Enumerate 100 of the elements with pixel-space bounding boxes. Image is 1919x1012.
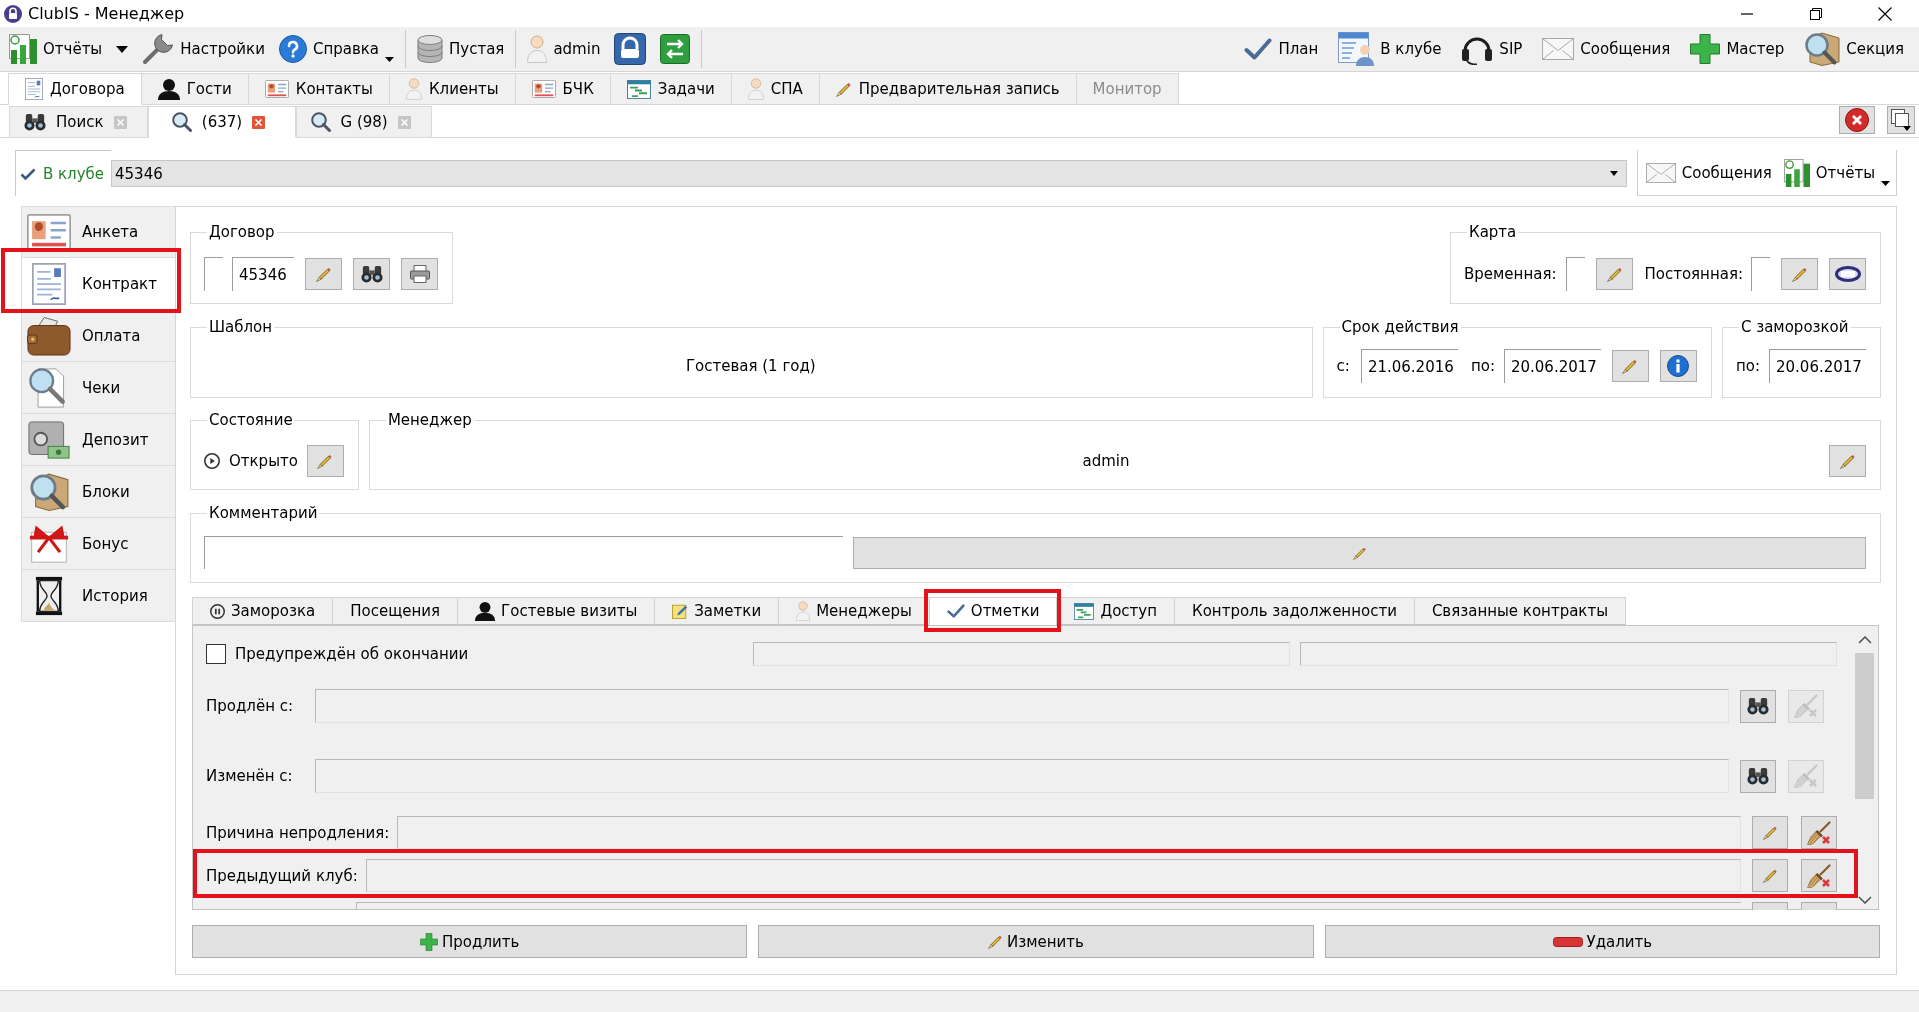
tab[interactable]: Доступ: [1056, 597, 1176, 625]
printer-icon: [409, 265, 430, 283]
document-icon: [25, 78, 43, 100]
close-icon[interactable]: [113, 115, 127, 129]
binoculars-icon: [360, 265, 383, 283]
clear-button[interactable]: [1801, 816, 1837, 849]
toolbar-button[interactable]: В клубе: [1333, 30, 1447, 68]
toolbar-button[interactable]: Сообщения: [1641, 153, 1776, 192]
person-silhouette-icon: [475, 601, 496, 621]
scrollbar[interactable]: [1853, 633, 1876, 907]
info-icon: [1667, 355, 1690, 377]
edit-button[interactable]: [1596, 258, 1634, 290]
club-select[interactable]: 45346: [111, 160, 1627, 187]
tab[interactable]: G (98): [295, 106, 432, 138]
sidebar-item[interactable]: Чеки: [21, 362, 175, 414]
pencil-icon: [1606, 266, 1623, 282]
sidebar-item[interactable]: Оплата: [21, 310, 175, 362]
tab[interactable]: Предварительная запись: [818, 73, 1077, 105]
window-list-button[interactable]: [1887, 106, 1915, 134]
tab[interactable]: БЧК: [514, 73, 611, 105]
status-label: В клубе: [43, 164, 105, 183]
tab[interactable]: Посещения: [332, 597, 459, 625]
search-icon: [171, 112, 192, 132]
pencil-icon: [1791, 266, 1808, 282]
toolbar-button[interactable]: Пустая: [412, 30, 510, 68]
sidebar-item[interactable]: Депозит: [21, 414, 175, 466]
sidebar-item[interactable]: Анкета: [21, 206, 175, 258]
wallet-icon: [27, 315, 71, 356]
toolbar-button[interactable]: admin: [522, 30, 606, 68]
input-field[interactable]: [365, 859, 1741, 892]
pencil-icon: [1839, 452, 1856, 469]
toolbar-button[interactable]: Отчёты: [4, 30, 108, 68]
input-field[interactable]: [315, 689, 1729, 723]
edit-button[interactable]: [306, 444, 344, 477]
tab[interactable]: Менеджеры: [778, 597, 930, 625]
close-button[interactable]: [1839, 106, 1875, 134]
input-field[interactable]: [315, 759, 1729, 793]
edit-button[interactable]: [1752, 859, 1788, 892]
tab[interactable]: Контакты: [247, 73, 390, 105]
scrollbar-thumb[interactable]: [1855, 653, 1874, 799]
tab[interactable]: Гостевые визиты: [457, 597, 656, 625]
tab[interactable]: Поиск: [9, 106, 148, 138]
envelope-icon: [1645, 162, 1676, 183]
action-button[interactable]: Изменить: [758, 925, 1314, 958]
edit-button[interactable]: [1781, 258, 1818, 290]
contract-number-field[interactable]: 45346: [232, 257, 294, 291]
toolbar-button[interactable]: Справка: [273, 30, 400, 68]
sidebar-item[interactable]: Бонус: [21, 518, 175, 570]
print-button[interactable]: [401, 258, 438, 290]
tab[interactable]: Клиенты: [388, 73, 516, 105]
clear-button[interactable]: [1801, 859, 1837, 892]
close-icon[interactable]: [252, 115, 266, 129]
input-field[interactable]: [397, 816, 1741, 849]
tab[interactable]: СПА: [730, 73, 820, 105]
tab[interactable]: Гости: [140, 73, 249, 105]
search-button[interactable]: [1740, 759, 1776, 793]
tab[interactable]: Заморозка: [192, 597, 334, 625]
edit-button[interactable]: [853, 536, 1866, 569]
sidebar-item[interactable]: Блоки: [21, 466, 175, 518]
tab[interactable]: (637): [147, 106, 296, 138]
edit-button[interactable]: [1752, 816, 1788, 849]
edit-button[interactable]: [1829, 444, 1866, 477]
toolbar-button[interactable]: Настройки: [137, 30, 270, 68]
help-icon: [278, 35, 307, 63]
tab[interactable]: Задачи: [609, 73, 732, 105]
tab[interactable]: Связанные контракты: [1413, 597, 1626, 625]
date-field[interactable]: 21.06.2016: [1360, 349, 1458, 383]
tab[interactable]: Договора: [8, 73, 142, 105]
info-button[interactable]: [1659, 350, 1697, 382]
pencil-icon: [315, 266, 332, 282]
action-button[interactable]: Удалить: [1324, 925, 1880, 958]
input-field[interactable]: [1300, 642, 1837, 666]
input-field[interactable]: [753, 642, 1290, 666]
sidebar-item[interactable]: История: [21, 570, 175, 622]
tab[interactable]: Заметки: [654, 597, 780, 625]
toolbar-button[interactable]: Мастер: [1685, 30, 1790, 68]
edit-button[interactable]: [1611, 350, 1649, 382]
card-button[interactable]: [1829, 258, 1866, 290]
date-field[interactable]: 20.06.2017: [1503, 349, 1601, 383]
group-title: Комментарий: [208, 504, 319, 522]
search-button[interactable]: [353, 258, 390, 290]
card-icon: [1834, 266, 1861, 282]
checkbox[interactable]: [206, 644, 226, 664]
search-button[interactable]: [1740, 689, 1776, 723]
date-field[interactable]: 20.06.2017: [1769, 349, 1866, 383]
input-field[interactable]: [356, 902, 1741, 910]
toolbar-button[interactable]: Сообщения: [1537, 30, 1676, 68]
toolbar-button[interactable]: SIP: [1456, 30, 1528, 68]
toolbar-button[interactable]: Секция: [1799, 30, 1909, 68]
toolbar-button[interactable]: Отчёты: [1779, 153, 1894, 192]
tab[interactable]: Контроль задолженности: [1174, 597, 1415, 625]
edit-button[interactable]: [1752, 902, 1788, 910]
toolbar-button[interactable]: План: [1239, 30, 1324, 68]
field-label: по:: [1470, 357, 1495, 375]
clear-button[interactable]: [1801, 902, 1837, 910]
action-button[interactable]: Продлить: [192, 925, 748, 958]
broom-icon: [1807, 863, 1831, 888]
plus-icon: [420, 932, 439, 951]
close-icon[interactable]: [397, 115, 411, 129]
edit-button[interactable]: [305, 258, 342, 290]
